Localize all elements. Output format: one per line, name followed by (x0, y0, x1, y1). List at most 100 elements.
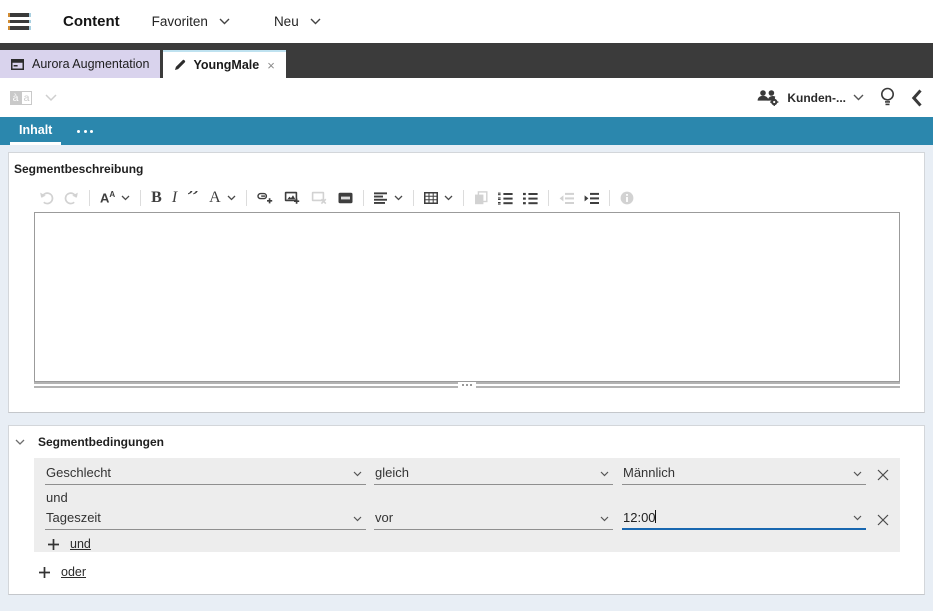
chevron-down-icon (444, 195, 453, 201)
remove-image-link-icon[interactable] (311, 191, 328, 205)
view-tab-bar: Inhalt (0, 117, 933, 145)
pencil-icon (174, 59, 186, 71)
condition-value-select[interactable]: Männlich (622, 463, 866, 485)
tab-aurora-augmentation[interactable]: Aurora Augmentation (0, 50, 160, 78)
condition-row: Geschlecht gleich Männlich (34, 461, 900, 485)
new-menu-label: Neu (274, 14, 299, 29)
condition-group: Geschlecht gleich Männlich un (34, 458, 900, 552)
locale-aa-icon: à (10, 91, 21, 105)
document-tab-bar: Aurora Augmentation YoungMale × (0, 43, 933, 78)
chevron-down-icon (853, 94, 864, 101)
indent-icon[interactable] (584, 192, 599, 205)
remove-condition-button[interactable] (876, 468, 890, 482)
persona-label: Kunden-... (787, 91, 846, 105)
close-icon[interactable]: × (267, 59, 275, 72)
tab-label: Aurora Augmentation (32, 57, 149, 71)
chevron-down-icon (353, 471, 362, 477)
favorites-menu[interactable]: Favoriten (152, 14, 230, 29)
customer-persona-selector[interactable]: Kunden-... (756, 89, 864, 106)
tab-inhalt-label: Inhalt (19, 123, 52, 137)
collapse-left-icon[interactable] (911, 89, 923, 107)
table-icon[interactable] (424, 192, 453, 204)
resize-handle[interactable] (34, 382, 900, 388)
plus-icon (38, 566, 51, 579)
close-icon (876, 468, 890, 482)
locale-aa-button[interactable]: à a (10, 91, 57, 105)
italic-icon[interactable]: I (172, 189, 177, 207)
chevron-down-icon (310, 18, 321, 25)
toolbar-separator (363, 190, 364, 206)
toolbar-separator (413, 190, 414, 206)
chevron-down-icon (353, 516, 362, 522)
image-icon[interactable] (338, 192, 353, 204)
new-menu[interactable]: Neu (274, 14, 321, 29)
close-icon (876, 513, 890, 527)
plus-icon (47, 538, 60, 551)
condition-property-select[interactable]: Tageszeit (45, 508, 366, 530)
toolbar-separator (89, 190, 90, 206)
chevron-down-icon (45, 94, 57, 102)
hamburger-menu-icon[interactable] (8, 13, 31, 30)
ellipsis-icon[interactable] (77, 130, 93, 133)
info-icon[interactable] (620, 191, 634, 205)
add-link-icon[interactable] (257, 191, 274, 205)
toolbar-separator (463, 190, 464, 206)
ordered-list-icon[interactable] (498, 192, 513, 205)
customer-personas-icon (756, 89, 780, 106)
chevron-down-icon (121, 195, 130, 201)
condition-property-select[interactable]: Geschlecht (45, 463, 366, 485)
toolbar-separator (609, 190, 610, 206)
tab-inhalt[interactable]: Inhalt (10, 117, 61, 145)
lightbulb-icon[interactable] (879, 87, 896, 108)
top-bar: Content Favoriten Neu (0, 0, 933, 43)
add-and-condition-button[interactable]: und (34, 530, 900, 551)
text-style-icon[interactable]: A (209, 189, 236, 207)
locale-aa-icon: a (21, 91, 32, 105)
outdent-icon[interactable] (559, 192, 574, 205)
tab-label: YoungMale (193, 58, 259, 72)
condition-value-combo (622, 507, 866, 530)
segment-conditions-panel: Segmentbedingungen Geschlecht gleich Män… (8, 425, 925, 595)
conjunction-label: und (34, 485, 900, 506)
segment-description-panel: Segmentbeschreibung AA B I ” A (8, 152, 925, 413)
chevron-down-icon (394, 195, 403, 201)
chevron-down-icon (853, 515, 862, 521)
favorites-menu-label: Favoriten (152, 14, 208, 29)
add-image-link-icon[interactable] (284, 191, 301, 205)
text-caret (655, 510, 656, 523)
condition-operator-select[interactable]: vor (374, 508, 613, 530)
chevron-down-icon (227, 195, 236, 201)
conditions-header: Segmentbedingungen (9, 426, 924, 449)
toolbar-separator (140, 190, 141, 206)
grip-icon (458, 382, 476, 388)
panel-title: Segmentbedingungen (38, 435, 164, 449)
add-or-group-button[interactable]: oder (38, 565, 924, 579)
remove-condition-button[interactable] (876, 513, 890, 527)
action-bar: à a Kunden-... (0, 78, 933, 117)
font-size-icon[interactable]: AA (100, 191, 130, 204)
bold-icon[interactable]: B (151, 189, 162, 207)
condition-value-input[interactable] (622, 510, 832, 528)
paste-icon[interactable] (474, 191, 488, 205)
richtext-toolbar: AA B I ” A (34, 187, 924, 209)
chevron-down-icon (600, 516, 609, 522)
blockquote-icon[interactable]: ” (187, 191, 199, 205)
undo-icon[interactable] (39, 191, 54, 205)
description-editor[interactable] (34, 212, 900, 382)
unordered-list-icon[interactable] (523, 192, 538, 205)
condition-row: Tageszeit vor (34, 506, 900, 530)
redo-icon[interactable] (64, 191, 79, 205)
chevron-down-icon (853, 471, 862, 477)
form-icon (11, 59, 24, 70)
alignment-icon[interactable] (374, 192, 403, 204)
chevron-down-icon (219, 18, 230, 25)
panel-title: Segmentbeschreibung (9, 153, 924, 176)
toolbar-separator (548, 190, 549, 206)
collapse-chevron-icon[interactable] (15, 439, 25, 446)
app-title: Content (63, 13, 120, 30)
content-area: Segmentbeschreibung AA B I ” A (0, 152, 933, 611)
tab-youngmale[interactable]: YoungMale × (163, 50, 285, 78)
condition-operator-select[interactable]: gleich (374, 463, 613, 485)
studio-window: Content Favoriten Neu Aurora Augmentatio… (0, 0, 933, 611)
toolbar-separator (246, 190, 247, 206)
